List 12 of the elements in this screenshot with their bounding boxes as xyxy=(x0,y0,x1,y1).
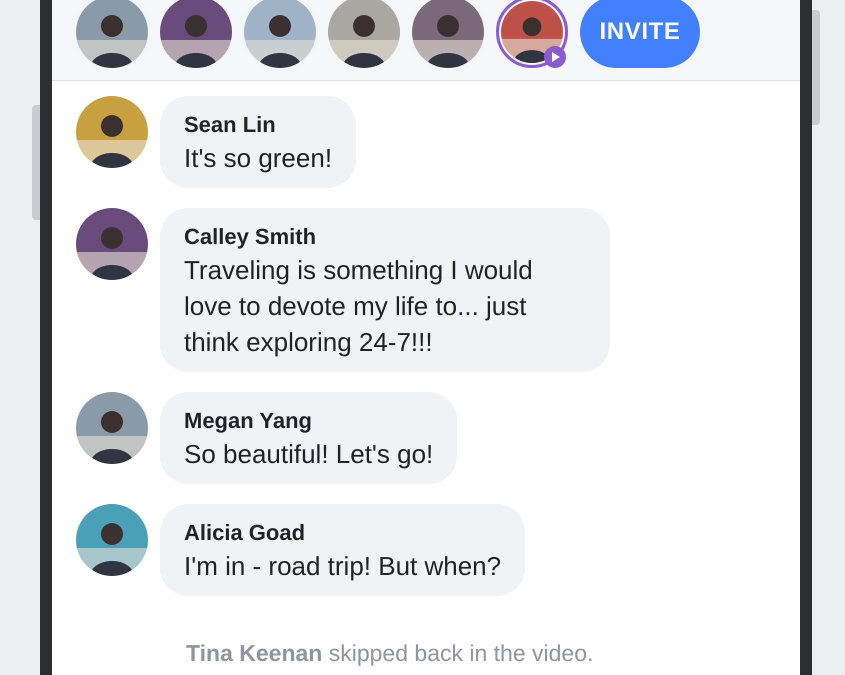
system-message: Tina Keenan skipped back in the video. xyxy=(186,640,594,666)
message-text: Traveling is something I would love to devote my life to... just think exploring 24-7!!! xyxy=(184,254,534,359)
message-text: It's so green! xyxy=(184,142,332,175)
message-text: So beautiful! Let's go! xyxy=(184,438,434,471)
play-icon xyxy=(544,46,566,68)
sender-name: Sean Lin xyxy=(184,111,277,139)
sender-name: Megan Yang xyxy=(184,407,313,435)
invite-button[interactable]: INVITE xyxy=(580,0,700,68)
sender-name: Alicia Goad xyxy=(184,519,306,547)
sender-name: Calley Smith xyxy=(184,223,318,251)
live-ring[interactable] xyxy=(496,0,568,68)
message-text: I'm in - road trip! But when? xyxy=(184,550,502,583)
